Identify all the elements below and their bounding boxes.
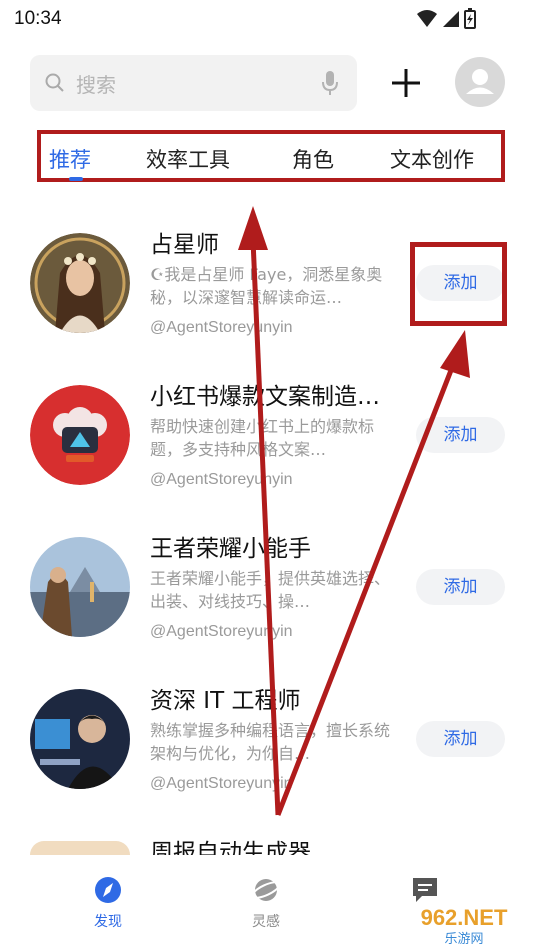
- tab-recommend[interactable]: 推荐: [49, 144, 91, 174]
- nav-inspiration[interactable]: 灵感: [226, 875, 306, 931]
- list-item[interactable]: 王者荣耀小能手 王者荣耀小能手，提供英雄选择、出装、对线技巧、操… @Agent…: [0, 536, 535, 689]
- tab-efficiency-tools[interactable]: 效率工具: [146, 144, 230, 174]
- agent-description: 王者荣耀小能手，提供英雄选择、出装、对线技巧、操…: [150, 569, 391, 611]
- annotation-highlight-box: [410, 242, 507, 326]
- plus-icon[interactable]: [387, 62, 425, 104]
- agent-name: 王者荣耀小能手: [150, 536, 311, 562]
- agent-name: 小红书爆款文案制造…: [150, 384, 380, 410]
- planet-icon: [251, 879, 281, 901]
- list-item[interactable]: 周报自动生成器: [0, 840, 535, 866]
- signal-icon: [417, 8, 476, 29]
- agent-handle: @AgentStoreyunyin: [150, 471, 293, 488]
- add-button[interactable]: 添加: [416, 417, 505, 453]
- svg-text:乐游网: 乐游网: [444, 932, 483, 947]
- agent-description: 帮助快速创建小红书上的爆款标题，多支持种风格文案…: [150, 417, 375, 459]
- user-icon: [466, 69, 494, 94]
- tab-roles[interactable]: 角色: [292, 144, 334, 174]
- search-input[interactable]: 搜索: [30, 55, 357, 111]
- agent-description: ☪我是占星师 Faye，洞悉星象奥秘，以深邃智慧解读命运…: [150, 265, 383, 307]
- nav-discover[interactable]: 发现: [68, 875, 148, 931]
- chat-icon: [413, 878, 437, 902]
- category-tabs: 推荐 效率工具 角色 文本创作: [37, 130, 505, 182]
- list-item[interactable]: 小红书爆款文案制造… 帮助快速创建小红书上的爆款标题，多支持种风格文案… @Ag…: [0, 384, 535, 537]
- agent-avatar: [30, 537, 130, 637]
- list-item[interactable]: 资深 IT 工程师 熟练掌握多种编程语言，擅长系统架构与优化，为你自… @Age…: [0, 688, 535, 841]
- agent-avatar: [30, 689, 130, 789]
- agent-handle: @AgentStoreyunyin: [150, 623, 293, 640]
- tab-active-indicator: [69, 177, 83, 181]
- watermark-logo: 962.NET 乐游网: [398, 903, 533, 947]
- agent-handle: @AgentStoreyunyin: [150, 775, 293, 792]
- agent-avatar: [30, 385, 130, 485]
- search-icon: [45, 73, 64, 92]
- status-bar: 10:34: [0, 0, 535, 40]
- status-icons: [415, 8, 495, 34]
- agent-description: 熟练掌握多种编程语言，擅长系统架构与优化，为你自…: [150, 721, 391, 763]
- microphone-icon[interactable]: [320, 70, 340, 96]
- agent-name: 占星师: [150, 232, 219, 258]
- status-time: 10:34: [14, 8, 62, 29]
- agent-avatar: [30, 841, 130, 855]
- compass-icon: [95, 877, 121, 903]
- search-placeholder: 搜索: [76, 73, 116, 97]
- agent-handle: @AgentStoreyunyin: [150, 319, 293, 336]
- user-avatar[interactable]: [455, 57, 505, 107]
- nav-label: 发现: [94, 914, 122, 930]
- add-button[interactable]: 添加: [416, 569, 505, 605]
- tab-text-creation[interactable]: 文本创作: [390, 144, 474, 174]
- add-button[interactable]: 添加: [416, 721, 505, 757]
- svg-text:962.NET: 962.NET: [421, 905, 508, 930]
- agent-avatar: [30, 233, 130, 333]
- nav-label: 灵感: [252, 914, 280, 930]
- agent-name: 资深 IT 工程师: [150, 688, 301, 714]
